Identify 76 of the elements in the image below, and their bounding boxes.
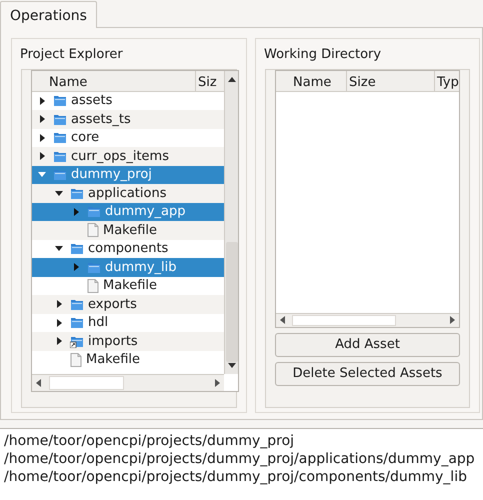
- file-icon: [87, 278, 99, 293]
- scroll-left-icon[interactable]: [36, 378, 41, 386]
- collapse-arrow-icon[interactable]: [55, 246, 63, 252]
- tree-item-label: components: [88, 240, 168, 258]
- tree-item[interactable]: dummy_proj: [32, 166, 224, 184]
- group-title: Project Explorer: [20, 46, 124, 64]
- output-line: /home/toor/opencpi/projects/dummy_proj/components/dummy_lib: [4, 468, 468, 486]
- linked-folder-icon: [70, 334, 84, 348]
- output-line: /home/toor/opencpi/projects/dummy_proj/applications/dummy_app: [4, 450, 476, 468]
- folder-icon: [53, 94, 67, 108]
- horizontal-scrollbar[interactable]: [276, 312, 459, 326]
- tree-item-label: curr_ops_items: [71, 148, 169, 166]
- expand-arrow-icon[interactable]: [40, 134, 44, 142]
- group-title: Working Directory: [264, 46, 382, 64]
- expand-arrow-icon[interactable]: [40, 115, 44, 124]
- scroll-right-icon[interactable]: [215, 378, 220, 386]
- tree-item-label: dummy_lib: [105, 258, 176, 276]
- tree-item-label: hdl: [88, 314, 108, 332]
- tree-item-label: core: [71, 129, 100, 147]
- tree-item[interactable]: Makefile: [32, 221, 224, 240]
- tree-item[interactable]: applications: [32, 184, 224, 202]
- scrollbar-thumb[interactable]: [226, 242, 238, 362]
- expand-arrow-icon[interactable]: [40, 96, 44, 105]
- tree-item[interactable]: dummy_app: [32, 202, 224, 221]
- tree-item[interactable]: curr_ops_items: [32, 147, 224, 166]
- file-icon: [70, 352, 82, 367]
- folder-icon: [53, 131, 67, 144]
- tree-item-label: exports: [88, 296, 137, 314]
- vertical-scrollbar[interactable]: [224, 70, 238, 374]
- folder-icon: [53, 168, 67, 182]
- folder-icon: [70, 242, 84, 256]
- tree-item-label: dummy_app: [105, 203, 186, 221]
- folder-icon: [53, 150, 67, 163]
- tree-item-label: assets_ts: [71, 110, 131, 128]
- column-header[interactable]: Siz: [196, 70, 224, 90]
- tree-item-label: Makefile: [103, 277, 158, 295]
- tree-item-label: Makefile: [86, 351, 140, 369]
- scrollbar-thumb[interactable]: [292, 314, 396, 326]
- scrollbar-thumb[interactable]: [49, 376, 124, 390]
- tree-item[interactable]: components: [32, 240, 224, 258]
- tree-item-label: Makefile: [103, 222, 158, 240]
- tree-item[interactable]: Makefile: [32, 276, 224, 295]
- expand-arrow-icon[interactable]: [56, 337, 62, 346]
- push-button[interactable]: Delete Selected Assets: [275, 362, 460, 386]
- folder-icon: [87, 260, 101, 274]
- tree-item[interactable]: exports: [32, 295, 224, 314]
- scroll-left-icon[interactable]: [280, 316, 285, 324]
- expand-arrow-icon[interactable]: [56, 300, 62, 308]
- tree-item[interactable]: Makefile: [32, 350, 224, 369]
- folder-icon: [53, 112, 67, 126]
- output-line: /home/toor/opencpi/projects/dummy_proj: [4, 432, 296, 450]
- expand-arrow-icon[interactable]: [56, 318, 62, 327]
- tree-item-label: imports: [88, 332, 138, 350]
- scroll-right-icon[interactable]: [450, 316, 455, 324]
- scroll-up-icon[interactable]: [228, 76, 236, 82]
- folder-icon: [70, 316, 84, 330]
- tree-item[interactable]: assets_ts: [32, 110, 224, 128]
- file-icon: [87, 223, 99, 238]
- push-button[interactable]: Add Asset: [275, 332, 460, 356]
- column-header[interactable]: Size: [347, 70, 435, 90]
- column-header[interactable]: Name: [32, 70, 196, 90]
- tree-item[interactable]: dummy_lib: [32, 258, 224, 276]
- tree-item-label: assets: [71, 92, 112, 110]
- column-header[interactable]: Typ: [435, 70, 459, 90]
- tree-item-label: dummy_proj: [71, 166, 152, 184]
- expand-arrow-icon[interactable]: [40, 152, 44, 160]
- folder-icon: [87, 205, 101, 218]
- tab[interactable]: Operations: [0, 1, 97, 28]
- output-text-area[interactable]: /home/toor/opencpi/projects/dummy_proj /home/toor/opencpi/projects/dummy_proj/applications/dummy_app /home/toor/opencpi/projects/dummy_proj/components/dummy_lib: [0, 428, 483, 500]
- tree-item-label: applications: [88, 184, 166, 202]
- column-header[interactable]: Name: [276, 70, 347, 90]
- tree-item[interactable]: imports: [32, 332, 224, 350]
- folder-icon: [70, 298, 84, 311]
- horizontal-scrollbar[interactable]: [32, 374, 224, 390]
- collapse-arrow-icon[interactable]: [55, 190, 63, 196]
- folder-icon: [70, 186, 84, 200]
